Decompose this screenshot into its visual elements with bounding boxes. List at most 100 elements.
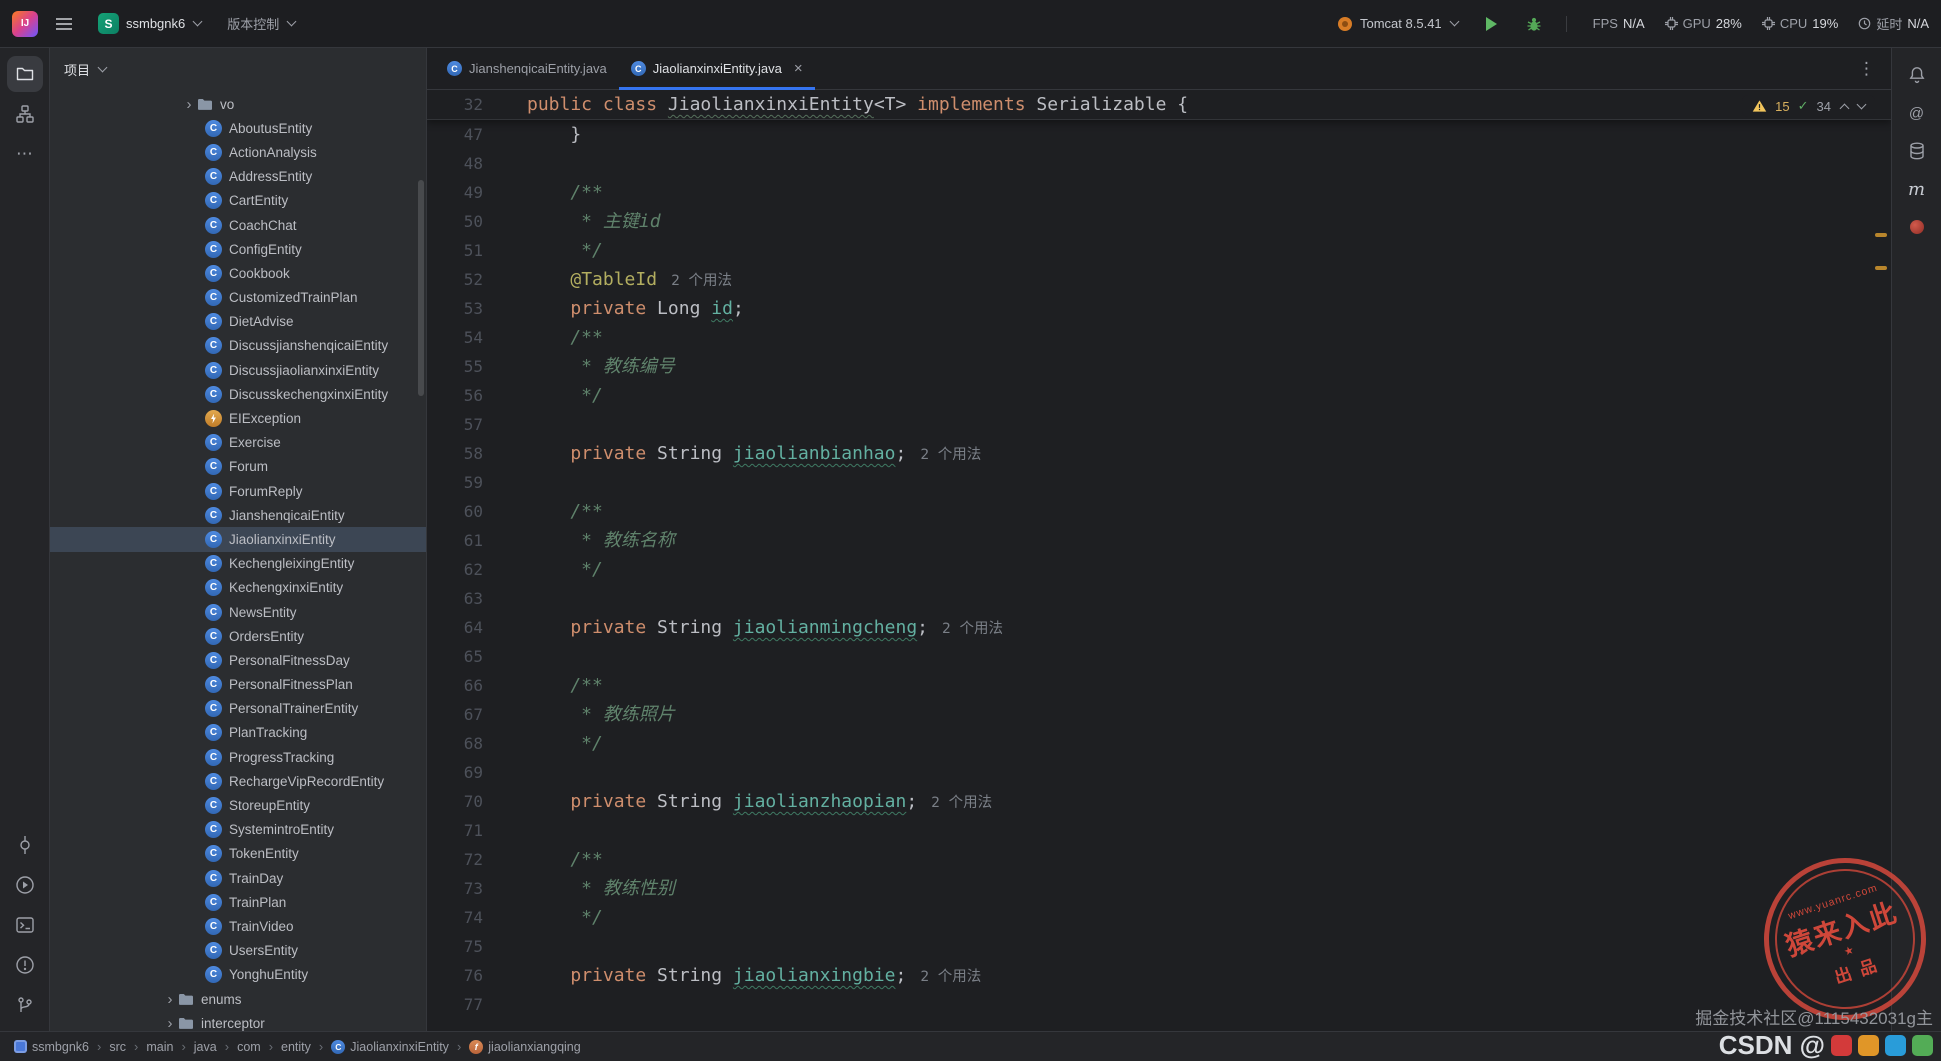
line-number[interactable]: 68 bbox=[427, 729, 527, 758]
code-line-48[interactable]: 48 bbox=[427, 149, 1891, 178]
code-line-72[interactable]: 72 /** bbox=[427, 845, 1891, 874]
tree-item-NewsEntity[interactable]: C NewsEntity bbox=[50, 600, 426, 624]
code-line-63[interactable]: 63 bbox=[427, 584, 1891, 613]
code-line-56[interactable]: 56 */ bbox=[427, 381, 1891, 410]
profiler-button[interactable] bbox=[1899, 209, 1935, 245]
line-number[interactable]: 76 bbox=[427, 961, 527, 990]
line-number[interactable]: 61 bbox=[427, 526, 527, 555]
tree-item-DiscussjiaolianxinxiEntity[interactable]: C DiscussjiaolianxinxiEntity bbox=[50, 358, 426, 382]
breadcrumb-item-src[interactable]: src bbox=[109, 1040, 126, 1054]
line-number[interactable]: 47 bbox=[427, 120, 527, 149]
code-line-68[interactable]: 68 */ bbox=[427, 729, 1891, 758]
warning-stripe-mark[interactable] bbox=[1875, 266, 1887, 270]
tree-item-StoreupEntity[interactable]: C StoreupEntity bbox=[50, 793, 426, 817]
tree-item-enums[interactable]: › enums bbox=[50, 987, 426, 1011]
tree-item-DiscussjianshenqicaiEntity[interactable]: C DiscussjianshenqicaiEntity bbox=[50, 334, 426, 358]
chevron-right-icon[interactable]: › bbox=[162, 1016, 178, 1031]
code-line-55[interactable]: 55 * 教练编号 bbox=[427, 352, 1891, 381]
breadcrumb-item-java[interactable]: java bbox=[194, 1040, 217, 1054]
line-number[interactable]: 72 bbox=[427, 845, 527, 874]
chevron-right-icon[interactable]: › bbox=[162, 992, 178, 1007]
tree-item-AddressEntity[interactable]: C AddressEntity bbox=[50, 165, 426, 189]
tree-item-EIException[interactable]: EIException bbox=[50, 406, 426, 430]
tree-item-CustomizedTrainPlan[interactable]: C CustomizedTrainPlan bbox=[50, 286, 426, 310]
code-line-75[interactable]: 75 bbox=[427, 932, 1891, 961]
line-number[interactable]: 54 bbox=[427, 323, 527, 352]
tree-item-CoachChat[interactable]: C CoachChat bbox=[50, 213, 426, 237]
code-line-69[interactable]: 69 bbox=[427, 758, 1891, 787]
line-number[interactable]: 49 bbox=[427, 178, 527, 207]
tree-item-TokenEntity[interactable]: C TokenEntity bbox=[50, 842, 426, 866]
tree-item-TrainPlan[interactable]: C TrainPlan bbox=[50, 890, 426, 914]
close-tab-icon[interactable]: × bbox=[794, 60, 803, 77]
line-number[interactable]: 69 bbox=[427, 758, 527, 787]
tab-jiaolianxinxientity[interactable]: C JiaolianxinxiEntity.java × bbox=[618, 48, 815, 90]
line-number[interactable]: 73 bbox=[427, 874, 527, 903]
tree-item-Cookbook[interactable]: C Cookbook bbox=[50, 261, 426, 285]
code-line-53[interactable]: 53 private Long id; bbox=[427, 294, 1891, 323]
code-line-51[interactable]: 51 */ bbox=[427, 236, 1891, 265]
tree-item-YonghuEntity[interactable]: C YonghuEntity bbox=[50, 963, 426, 987]
tree-item-vo[interactable]: › vo bbox=[50, 92, 426, 116]
line-number[interactable]: 59 bbox=[427, 468, 527, 497]
code-line-49[interactable]: 49 /** bbox=[427, 178, 1891, 207]
tree-item-ConfigEntity[interactable]: C ConfigEntity bbox=[50, 237, 426, 261]
code-line-71[interactable]: 71 bbox=[427, 816, 1891, 845]
tree-item-JianshenqicaiEntity[interactable]: C JianshenqicaiEntity bbox=[50, 503, 426, 527]
chevron-up-icon[interactable] bbox=[1839, 103, 1850, 113]
code-line-57[interactable]: 57 bbox=[427, 410, 1891, 439]
code-line-59[interactable]: 59 bbox=[427, 468, 1891, 497]
tree-item-DiscusskechengxinxiEntity[interactable]: C DiscusskechengxinxiEntity bbox=[50, 382, 426, 406]
code-line-32[interactable]: 32 public class JiaolianxinxiEntity<T> im… bbox=[427, 90, 1891, 119]
tree-item-TrainDay[interactable]: C TrainDay bbox=[50, 866, 426, 890]
tool-structure-button[interactable] bbox=[7, 96, 43, 132]
maven-button[interactable]: m bbox=[1899, 171, 1935, 207]
breadcrumb-item-jiaolianxiangqing[interactable]: f jiaolianxiangqing bbox=[469, 1039, 581, 1054]
tool-problems-button[interactable] bbox=[7, 947, 43, 983]
tree-item-KechengxinxiEntity[interactable]: C KechengxinxiEntity bbox=[50, 576, 426, 600]
code-line-62[interactable]: 62 */ bbox=[427, 555, 1891, 584]
tool-git-button[interactable] bbox=[7, 987, 43, 1023]
code-line-77[interactable]: 77 bbox=[427, 990, 1891, 1019]
line-number[interactable]: 75 bbox=[427, 932, 527, 961]
line-number[interactable]: 55 bbox=[427, 352, 527, 381]
tree-item-Forum[interactable]: C Forum bbox=[50, 455, 426, 479]
line-number[interactable]: 66 bbox=[427, 671, 527, 700]
warning-stripe-mark[interactable] bbox=[1875, 233, 1887, 237]
code-line-66[interactable]: 66 /** bbox=[427, 671, 1891, 700]
tree-item-ActionAnalysis[interactable]: C ActionAnalysis bbox=[50, 140, 426, 164]
line-number[interactable]: 62 bbox=[427, 555, 527, 584]
code-line-54[interactable]: 54 /** bbox=[427, 323, 1891, 352]
code-line-76[interactable]: 76 private String jiaolianxingbie; 2 个用法 bbox=[427, 961, 1891, 990]
tree-item-interceptor[interactable]: › interceptor bbox=[50, 1011, 426, 1031]
tree-item-CartEntity[interactable]: C CartEntity bbox=[50, 189, 426, 213]
code-line-60[interactable]: 60 /** bbox=[427, 497, 1891, 526]
line-number[interactable]: 74 bbox=[427, 903, 527, 932]
code-line-61[interactable]: 61 * 教练名称 bbox=[427, 526, 1891, 555]
line-number[interactable]: 48 bbox=[427, 149, 527, 178]
run-config-selector[interactable]: Tomcat 8.5.41 bbox=[1329, 8, 1466, 40]
code-line-65[interactable]: 65 bbox=[427, 642, 1891, 671]
breadcrumb-item-JiaolianxinxiEntity[interactable]: C JiaolianxinxiEntity bbox=[331, 1039, 449, 1054]
tree-item-SystemintroEntity[interactable]: C SystemintroEntity bbox=[50, 818, 426, 842]
breadcrumb-item-ssmbgnk6[interactable]: ssmbgnk6 bbox=[14, 1040, 89, 1054]
tab-options-icon[interactable]: ⋮ bbox=[1842, 59, 1891, 79]
line-number[interactable]: 53 bbox=[427, 294, 527, 323]
code-line-67[interactable]: 67 * 教练照片 bbox=[427, 700, 1891, 729]
line-number[interactable]: 63 bbox=[427, 584, 527, 613]
chevron-down-icon[interactable] bbox=[1856, 99, 1867, 109]
line-number[interactable]: 65 bbox=[427, 642, 527, 671]
line-number[interactable]: 64 bbox=[427, 613, 527, 642]
tree-item-UsersEntity[interactable]: C UsersEntity bbox=[50, 939, 426, 963]
tool-project-button[interactable] bbox=[6, 56, 43, 92]
tool-commit-button[interactable] bbox=[7, 827, 43, 863]
code-line-70[interactable]: 70 private String jiaolianzhaopian; 2 个用法 bbox=[427, 787, 1891, 816]
notifications-button[interactable] bbox=[1899, 57, 1935, 93]
code-line-73[interactable]: 73 * 教练性别 bbox=[427, 874, 1891, 903]
code-line-58[interactable]: 58 private String jiaolianbianhao; 2 个用法 bbox=[427, 439, 1891, 468]
breadcrumb-item-com[interactable]: com bbox=[237, 1040, 261, 1054]
sticky-class-declaration[interactable]: 32 public class JiaolianxinxiEntity<T> im… bbox=[427, 90, 1891, 120]
tree-item-ForumReply[interactable]: C ForumReply bbox=[50, 479, 426, 503]
tree-item-PersonalFitnessPlan[interactable]: C PersonalFitnessPlan bbox=[50, 673, 426, 697]
line-number[interactable]: 57 bbox=[427, 410, 527, 439]
